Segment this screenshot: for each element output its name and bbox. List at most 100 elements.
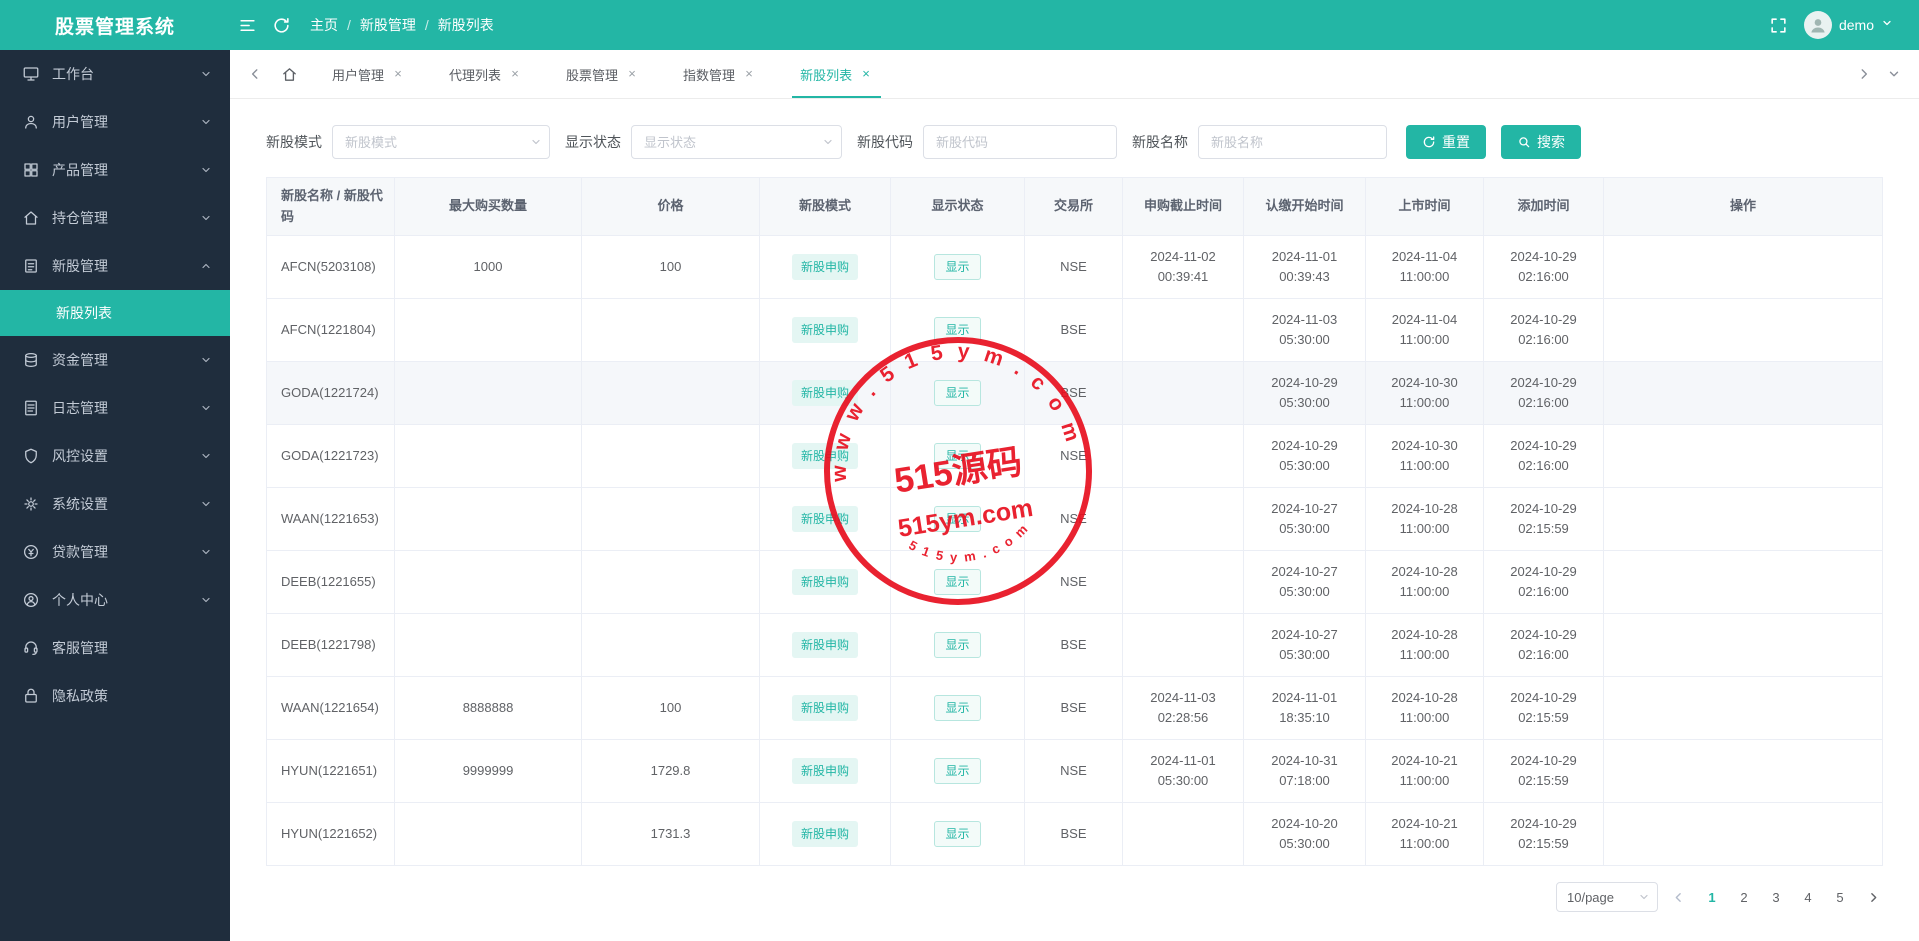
- chevron-down-icon: [200, 212, 212, 224]
- tab-index-mgmt[interactable]: 指数管理 ×: [675, 50, 764, 98]
- sidebar-item-log-mgmt[interactable]: 日志管理: [0, 384, 230, 432]
- card-icon: [22, 257, 40, 275]
- tab-agent-list[interactable]: 代理列表 ×: [441, 50, 530, 98]
- sidebar-item-loan-mgmt[interactable]: 贷款管理: [0, 528, 230, 576]
- chevron-down-icon: [1638, 891, 1650, 903]
- cell-status: 显示: [890, 487, 1025, 551]
- chevron-up-icon: [200, 260, 212, 272]
- home-tab[interactable]: [274, 59, 304, 89]
- tabs-scroll-left-icon[interactable]: [242, 61, 268, 87]
- reset-button[interactable]: 重置: [1406, 125, 1486, 159]
- filter-status-select[interactable]: [631, 125, 842, 159]
- column-header: 最大购买数量: [394, 177, 582, 236]
- fullscreen-icon[interactable]: [1762, 8, 1796, 42]
- page-numbers: 12345: [1699, 890, 1853, 905]
- sidebar-item-label: 个人中心: [52, 592, 108, 608]
- cell-status: 显示: [890, 235, 1025, 299]
- filter-mode-input[interactable]: [332, 125, 550, 159]
- page-number-2[interactable]: 2: [1731, 890, 1757, 905]
- content-area: 新股模式 显示状态 新股代码 新股名称: [230, 99, 1919, 941]
- cell-exchange: NSE: [1024, 739, 1123, 803]
- loan-icon: [22, 543, 40, 561]
- sidebar-item-label: 日志管理: [52, 400, 108, 416]
- column-header: 添加时间: [1483, 177, 1604, 236]
- tab-stock-mgmt[interactable]: 股票管理 ×: [558, 50, 647, 98]
- filter-name-label: 新股名称: [1132, 134, 1188, 150]
- cell-deadline: [1122, 361, 1244, 425]
- cell-price: 100: [581, 235, 760, 299]
- collapse-sidebar-icon[interactable]: [230, 8, 264, 42]
- tab-close-icon[interactable]: ×: [625, 67, 639, 81]
- cell-exchange: BSE: [1024, 676, 1123, 740]
- cell-max-buy: [394, 298, 582, 362]
- prev-page-icon[interactable]: [1670, 891, 1687, 904]
- status-badge: 显示: [934, 505, 981, 533]
- next-page-icon[interactable]: [1865, 891, 1882, 904]
- chevron-down-icon: [200, 116, 212, 128]
- cell-exchange: BSE: [1024, 361, 1123, 425]
- new-stock-table: 新股名称 / 新股代码 最大购买数量 价格 新股模式 显示状态 交易所 申购截止时间 认缴开始…: [266, 177, 1883, 866]
- chevron-down-icon: [200, 594, 212, 606]
- column-header: 操作: [1603, 177, 1883, 236]
- tab-new-stock-list[interactable]: 新股列表 ×: [792, 50, 882, 98]
- sidebar-item-profile-center[interactable]: 个人中心: [0, 576, 230, 624]
- tabs-scroll-right-icon[interactable]: [1851, 61, 1877, 87]
- cell-start-time: 2024-11-03 05:30:00: [1243, 298, 1366, 362]
- page-number-5[interactable]: 5: [1827, 890, 1853, 905]
- cell-max-buy: [394, 487, 582, 551]
- tab-close-icon[interactable]: ×: [742, 67, 756, 81]
- cell-status: 显示: [890, 802, 1025, 866]
- filter-status-input[interactable]: [631, 125, 842, 159]
- sidebar-item-product-mgmt[interactable]: 产品管理: [0, 146, 230, 194]
- sidebar-item-system-settings[interactable]: 系统设置: [0, 480, 230, 528]
- sidebar-item-privacy-policy[interactable]: 隐私政策: [0, 672, 230, 720]
- user-icon: [22, 113, 40, 131]
- breadcrumb-item[interactable]: 主页: [310, 15, 338, 35]
- cell-added-time: 2024-10-29 02:15:59: [1483, 676, 1604, 740]
- refresh-icon: [1422, 135, 1436, 149]
- sidebar-item-new-stock-mgmt[interactable]: 新股管理: [0, 242, 230, 290]
- cell-actions: [1603, 298, 1883, 362]
- sidebar-subitem-new-stock-list[interactable]: 新股列表: [0, 290, 230, 336]
- tab-close-icon[interactable]: ×: [391, 67, 405, 81]
- column-header: 上市时间: [1365, 177, 1484, 236]
- mode-badge: 新股申购: [791, 316, 858, 344]
- page-number-4[interactable]: 4: [1795, 890, 1821, 905]
- sidebar-item-funds-mgmt[interactable]: 资金管理: [0, 336, 230, 384]
- filter-name-input[interactable]: [1198, 125, 1387, 159]
- breadcrumb-item[interactable]: 新股列表: [438, 15, 494, 35]
- tab-close-icon[interactable]: ×: [508, 67, 522, 81]
- sidebar-item-user-mgmt[interactable]: 用户管理: [0, 98, 230, 146]
- tab-close-icon[interactable]: ×: [859, 67, 873, 81]
- refresh-icon[interactable]: [264, 8, 298, 42]
- page-size-select[interactable]: 10/page: [1556, 882, 1658, 912]
- sidebar-item-label: 风控设置: [52, 448, 108, 464]
- filter-mode-select[interactable]: [332, 125, 550, 159]
- username: demo: [1838, 17, 1874, 33]
- cell-stock-name: AFCN(1221804): [266, 298, 395, 362]
- column-header: 新股名称 / 新股代码: [266, 177, 395, 236]
- breadcrumb-item[interactable]: 新股管理: [360, 15, 416, 35]
- tab-label: 股票管理: [566, 67, 619, 83]
- search-button[interactable]: 搜索: [1501, 125, 1581, 159]
- page-number-3[interactable]: 3: [1763, 890, 1789, 905]
- cell-added-time: 2024-10-29 02:16:00: [1483, 235, 1604, 299]
- sidebar-item-customer-service[interactable]: 客服管理: [0, 624, 230, 672]
- sidebar-item-workbench[interactable]: 工作台: [0, 50, 230, 98]
- sidebar-item-label: 用户管理: [52, 114, 108, 130]
- page-number-1[interactable]: 1: [1699, 890, 1725, 905]
- cell-actions: [1603, 235, 1883, 299]
- filter-code-input[interactable]: [923, 125, 1117, 159]
- sidebar-item-risk-settings[interactable]: 风控设置: [0, 432, 230, 480]
- chevron-down-icon: [200, 402, 212, 414]
- cell-stock-name: AFCN(5203108): [266, 235, 395, 299]
- sidebar-item-position-mgmt[interactable]: 持仓管理: [0, 194, 230, 242]
- privacy-icon: [22, 687, 40, 705]
- top-header: 股票管理系统 主页 / 新股管理 / 新股列表 demo: [0, 0, 1919, 50]
- user-menu[interactable]: demo: [1803, 11, 1893, 39]
- filter-status-label: 显示状态: [565, 134, 621, 150]
- tabs-menu-icon[interactable]: [1881, 61, 1907, 87]
- filter-code-field: [923, 125, 1117, 159]
- tab-user-mgmt[interactable]: 用户管理 ×: [324, 50, 413, 98]
- cell-mode: 新股申购: [759, 676, 891, 740]
